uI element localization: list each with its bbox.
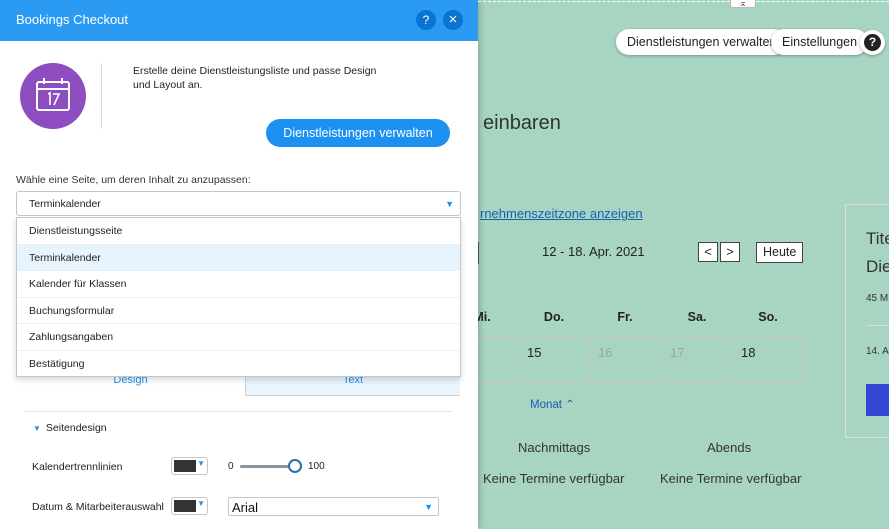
separator-lines-label: Kalendertrennlinien xyxy=(32,461,123,473)
chevron-left-icon: < xyxy=(704,244,712,259)
separator-color-picker[interactable]: ▼ xyxy=(171,457,208,475)
card-book-button[interactable] xyxy=(866,384,889,416)
day-cell-fri[interactable]: 16 xyxy=(589,336,661,384)
chevron-down-icon: ▼ xyxy=(424,502,433,512)
dropdown-option[interactable]: Kalender für Klassen xyxy=(17,271,460,298)
panel-header: Bookings Checkout ? × xyxy=(0,0,478,41)
slot-status-evening: Keine Termine verfügbar xyxy=(660,471,802,486)
question-icon: ? xyxy=(864,34,881,51)
month-toggle-label: Monat xyxy=(530,399,562,411)
day-number: 15 xyxy=(527,345,542,360)
day-number: 17 xyxy=(670,345,685,360)
day-header-thu: Do. xyxy=(543,310,565,324)
site-manage-services-button[interactable]: Dienstleistungen verwalten xyxy=(616,29,788,55)
question-icon: ? xyxy=(422,13,430,27)
chevron-right-icon: > xyxy=(726,244,734,259)
triangle-down-icon: ▼ xyxy=(33,424,41,433)
page-select[interactable]: Terminkalender ▼ xyxy=(16,191,461,216)
page-select-value: Terminkalender xyxy=(29,198,101,210)
section-title: Seitendesign xyxy=(45,422,107,434)
dropdown-option[interactable]: Bestätigung xyxy=(17,351,460,378)
timezone-link[interactable]: rnehmenszeitzone anzeigen xyxy=(480,206,643,221)
month-toggle[interactable]: Monat ⌃ xyxy=(530,397,575,411)
next-week-button[interactable]: > xyxy=(720,242,740,262)
chevron-down-icon: ▼ xyxy=(197,459,205,468)
day-header-sun: So. xyxy=(758,310,778,324)
chevron-down-icon: ▼ xyxy=(445,199,454,209)
booking-summary-card: Tite Die 45 M 14. A xyxy=(845,204,889,438)
day-header-sat: Sa. xyxy=(687,310,707,324)
day-header-fri: Fr. xyxy=(617,310,633,324)
page-select-label: Wähle eine Seite, um deren Inhalt zu anz… xyxy=(16,174,251,186)
card-duration: 45 M xyxy=(866,293,889,304)
slot-status-afternoon: Keine Termine verfügbar xyxy=(483,471,625,486)
card-divider xyxy=(866,325,889,326)
dropdown-option[interactable]: Buchungsformular xyxy=(17,298,460,324)
font-select[interactable]: Arial ▼ xyxy=(228,497,439,516)
panel-help-button[interactable]: ? xyxy=(416,10,436,30)
selection-outline xyxy=(478,1,889,2)
date-staff-label: Datum & Mitarbeiterauswahl xyxy=(32,501,164,513)
section-divider xyxy=(25,411,452,412)
card-title-line1: Tite xyxy=(866,229,889,248)
panel-title: Bookings Checkout xyxy=(16,12,129,27)
dropdown-option[interactable]: Zahlungsangaben xyxy=(17,324,460,351)
page-select-dropdown: Dienstleistungsseite Terminkalender Kale… xyxy=(16,217,461,377)
today-button[interactable]: Heute xyxy=(756,242,804,263)
site-settings-button[interactable]: Einstellungen xyxy=(771,29,869,55)
opacity-slider-handle[interactable] xyxy=(288,459,302,473)
font-select-value: Arial xyxy=(232,500,259,515)
close-icon: × xyxy=(448,11,458,28)
manage-services-button[interactable]: Dienstleistungen verwalten xyxy=(266,119,450,147)
color-swatch xyxy=(174,460,196,472)
hero-description: Erstelle deine Dienstleistungsliste und … xyxy=(133,65,377,91)
calendar-icon xyxy=(20,63,86,129)
slider-min-label: 0 xyxy=(228,461,234,472)
hero-divider xyxy=(101,63,102,129)
day-cell-sat[interactable]: 17 xyxy=(661,336,732,384)
day-number: 18 xyxy=(741,345,756,360)
date-color-picker[interactable]: ▼ xyxy=(171,497,208,515)
panel-close-button[interactable]: × xyxy=(443,10,463,30)
day-cell-thu[interactable]: 15 xyxy=(518,336,589,384)
card-date: 14. A xyxy=(866,346,889,357)
section-toggle-page-design[interactable]: ▼ Seitendesign xyxy=(33,422,107,434)
week-range: 12 - 18. Apr. 2021 xyxy=(542,244,645,259)
card-title-line2: Die xyxy=(866,257,889,276)
nav-divider xyxy=(478,242,479,264)
chevron-down-icon: ▼ xyxy=(197,499,205,508)
prev-week-button[interactable]: < xyxy=(698,242,718,262)
slot-title-afternoon: Nachmittags xyxy=(518,440,591,455)
chevron-up-icon: ⌃ xyxy=(565,399,575,411)
site-heading: einbaren xyxy=(483,112,561,134)
slider-max-label: 100 xyxy=(308,461,325,472)
slot-title-evening: Abends xyxy=(707,440,752,455)
dropdown-option-selected[interactable]: Terminkalender xyxy=(17,244,460,271)
bookings-checkout-panel: Bookings Checkout ? × Erstelle deine Die… xyxy=(0,0,478,529)
color-swatch xyxy=(174,500,196,512)
dropdown-option[interactable]: Dienstleistungsseite xyxy=(17,218,460,245)
day-cell-wed[interactable] xyxy=(478,336,518,384)
day-number: 16 xyxy=(598,345,613,360)
day-cell-sun[interactable]: 18 xyxy=(732,336,804,384)
anchor-handle[interactable]: ⌅ xyxy=(730,0,756,8)
site-help-button[interactable]: ? xyxy=(860,30,885,55)
